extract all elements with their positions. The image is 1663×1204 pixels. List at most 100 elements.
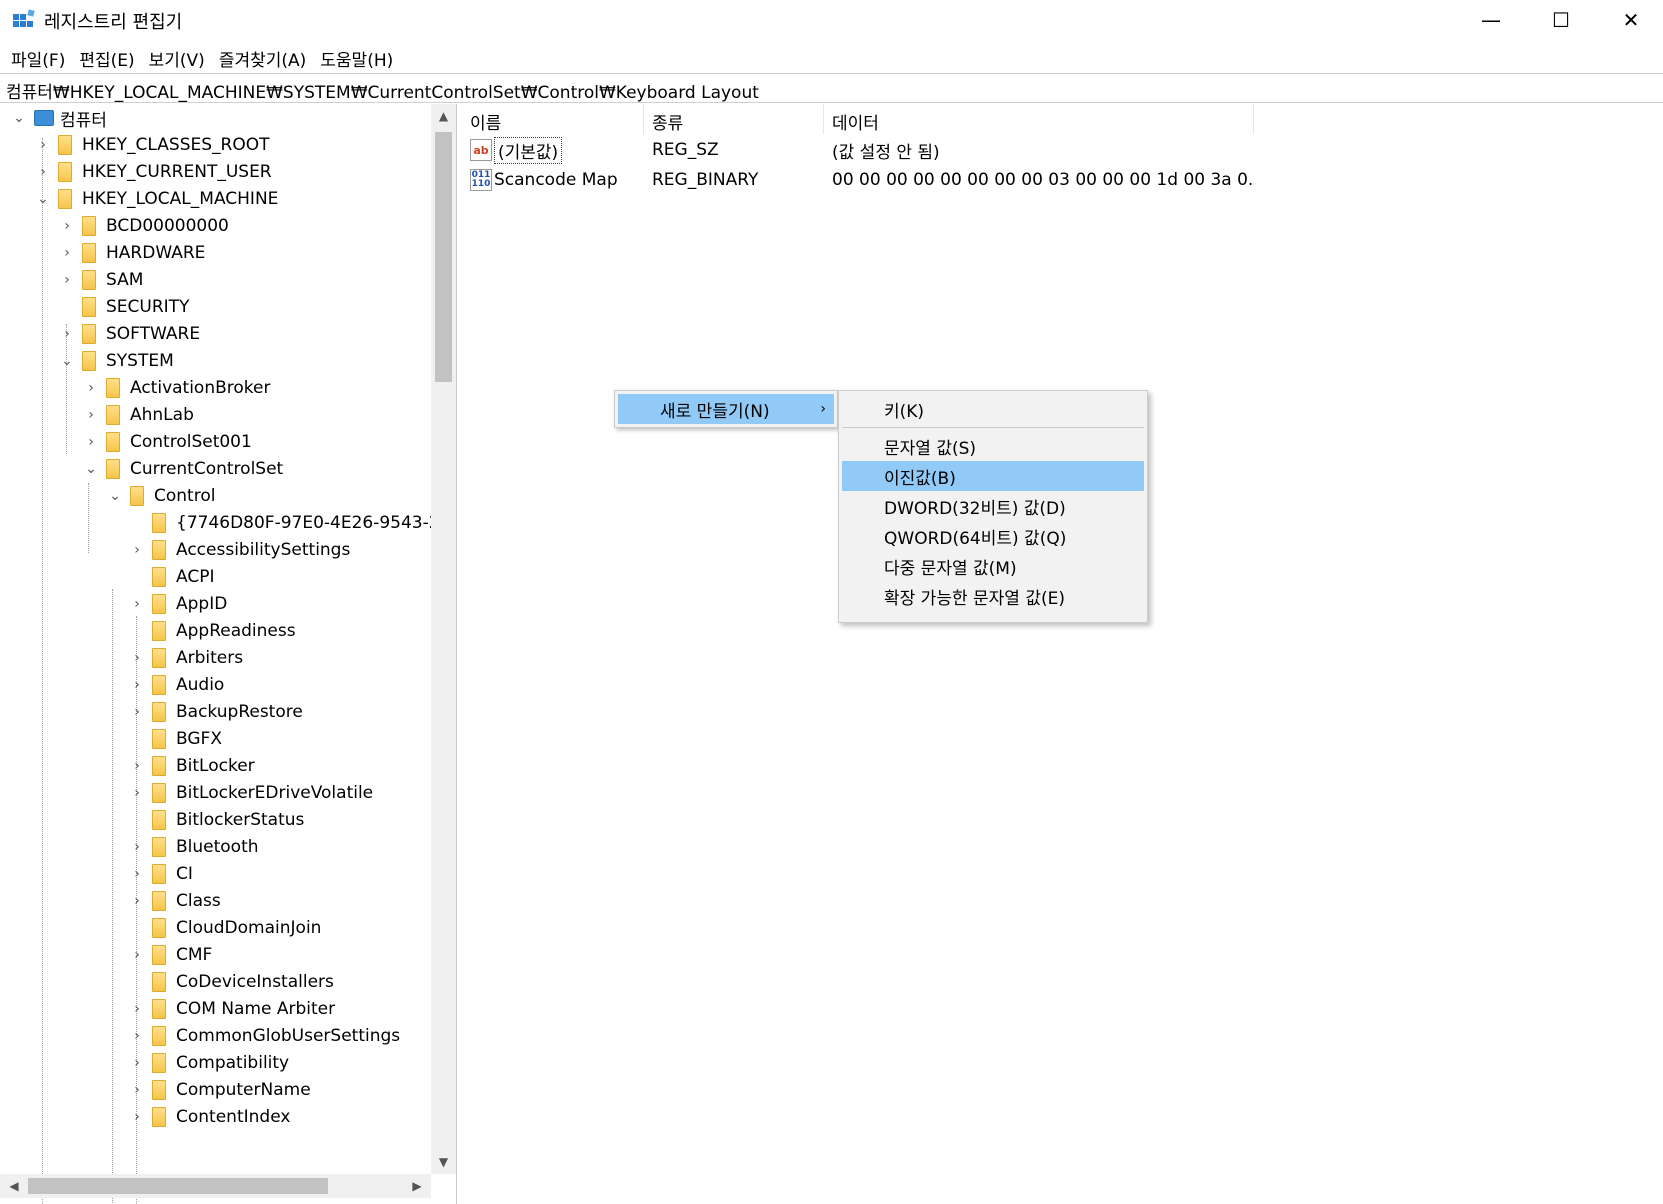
maximize-button[interactable]: ☐	[1526, 0, 1596, 40]
chevron-right-icon[interactable]: ›	[128, 865, 146, 883]
chevron-right-icon[interactable]: ›	[58, 325, 76, 343]
submenu-item-dword-value[interactable]: DWORD(32비트) 값(D)	[842, 491, 1144, 521]
tree-node-bcd[interactable]: › BCD00000000	[58, 212, 229, 240]
address-bar[interactable]: 컴퓨터₩HKEY_LOCAL_MACHINE₩SYSTEM₩CurrentCon…	[0, 73, 1663, 103]
chevron-right-icon[interactable]: ›	[128, 1027, 146, 1045]
tree-node-control-child[interactable]: › CommonGlobUserSettings	[128, 1022, 400, 1050]
tree-node-hkcr[interactable]: › HKEY_CLASSES_ROOT	[34, 131, 270, 159]
tree-node-control-child[interactable]: › Arbiters	[128, 644, 243, 672]
chevron-right-icon[interactable]: ›	[58, 271, 76, 289]
chevron-right-icon[interactable]: ›	[128, 595, 146, 613]
menu-file[interactable]: 파일(F)	[4, 42, 72, 72]
tree-node-control[interactable]: ⌄ Control	[106, 482, 215, 510]
chevron-right-icon[interactable]: ›	[128, 1000, 146, 1018]
tree-node-controlset001[interactable]: › ControlSet001	[82, 428, 252, 456]
tree-node-control-child[interactable]: ›CloudDomainJoin	[128, 914, 321, 942]
tree-node-control-child[interactable]: › Audio	[128, 671, 224, 699]
submenu-item-expandable-string-value[interactable]: 확장 가능한 문자열 값(E)	[842, 581, 1144, 611]
tree-node-control-child[interactable]: › Bluetooth	[128, 833, 259, 861]
tree-node-control-child[interactable]: ›CoDeviceInstallers	[128, 968, 334, 996]
tree-node-control-child[interactable]: › ComputerName	[128, 1076, 311, 1104]
chevron-right-icon[interactable]: ›	[82, 406, 100, 424]
chevron-right-icon[interactable]: ›	[128, 541, 146, 559]
tree-node-control-child[interactable]: › BackupRestore	[128, 698, 303, 726]
menu-view[interactable]: 보기(V)	[142, 42, 212, 72]
tree-node-security[interactable]: › SECURITY	[58, 293, 189, 321]
chevron-down-icon[interactable]: ⌄	[106, 487, 124, 505]
chevron-right-icon[interactable]: ›	[34, 163, 52, 181]
tree-node-control-child[interactable]: › Compatibility	[128, 1049, 289, 1077]
tree-vertical-scrollbar[interactable]: ▲ ▼	[431, 104, 456, 1174]
tree-node-control-child[interactable]: ›BitlockerStatus	[128, 806, 304, 834]
tree-node-computer[interactable]: ⌄ 컴퓨터	[10, 104, 107, 132]
tree-node-control-child[interactable]: › CI	[128, 860, 193, 888]
scroll-left-icon[interactable]: ◀	[2, 1174, 26, 1198]
tree-node-hardware[interactable]: › HARDWARE	[58, 239, 205, 267]
minimize-button[interactable]: —	[1456, 0, 1526, 40]
chevron-right-icon[interactable]: ›	[128, 838, 146, 856]
tree-node-system[interactable]: ⌄ SYSTEM	[58, 347, 174, 375]
tree-node-control-child[interactable]: › AccessibilitySettings	[128, 536, 350, 564]
chevron-down-icon[interactable]: ⌄	[10, 109, 28, 127]
close-button[interactable]: ✕	[1596, 0, 1663, 40]
chevron-right-icon[interactable]: ›	[128, 649, 146, 667]
chevron-right-icon[interactable]: ›	[128, 784, 146, 802]
chevron-right-icon[interactable]: ›	[128, 676, 146, 694]
tree-node-control-child[interactable]: ›BGFX	[128, 725, 222, 753]
chevron-down-icon[interactable]: ⌄	[34, 190, 52, 208]
scrollbar-thumb[interactable]	[435, 132, 452, 382]
submenu-item-binary-value[interactable]: 이진값(B)	[842, 461, 1144, 491]
chevron-right-icon[interactable]: ›	[128, 1054, 146, 1072]
column-header-type[interactable]: 종류	[644, 104, 824, 134]
value-row[interactable]: 011 110 Scancode Map REG_BINARY 00 00 00 …	[462, 166, 1254, 194]
chevron-down-icon[interactable]: ⌄	[58, 352, 76, 370]
chevron-right-icon[interactable]: ›	[128, 1108, 146, 1126]
submenu-item-key[interactable]: 키(K)	[842, 394, 1144, 424]
menu-help[interactable]: 도움말(H)	[313, 42, 400, 72]
tree-node-ahnlab[interactable]: › AhnLab	[82, 401, 194, 429]
chevron-right-icon[interactable]: ›	[128, 703, 146, 721]
chevron-right-icon[interactable]: ›	[82, 433, 100, 451]
tree-horizontal-scrollbar[interactable]: ◀ ▶	[0, 1174, 431, 1198]
tree-node-control-child[interactable]: › AppID	[128, 590, 227, 618]
menu-item-new[interactable]: 새로 만들기(N) ›	[618, 394, 834, 424]
value-row[interactable]: ab (기본값) REG_SZ (값 설정 안 됨)	[462, 136, 1254, 164]
tree-node-software[interactable]: › SOFTWARE	[58, 320, 200, 348]
column-header-data[interactable]: 데이터	[824, 104, 1254, 134]
scrollbar-thumb[interactable]	[28, 1178, 328, 1194]
submenu-item-qword-value[interactable]: QWORD(64비트) 값(Q)	[842, 521, 1144, 551]
chevron-right-icon[interactable]: ›	[58, 217, 76, 235]
tree-node-control-child[interactable]: ›ACPI	[128, 563, 214, 591]
chevron-down-icon[interactable]: ⌄	[82, 460, 100, 478]
scroll-down-icon[interactable]: ▼	[431, 1150, 456, 1174]
tree-node-control-child[interactable]: ›{7746D80F-97E0-4E26-9543-26	[128, 509, 450, 537]
list-header: 이름 종류 데이터	[462, 104, 1254, 134]
scroll-up-icon[interactable]: ▲	[431, 104, 456, 128]
tree-node-control-child[interactable]: › COM Name Arbiter	[128, 995, 335, 1023]
chevron-right-icon[interactable]: ›	[128, 1081, 146, 1099]
chevron-right-icon[interactable]: ›	[128, 946, 146, 964]
tree-node-hklm[interactable]: ⌄ HKEY_LOCAL_MACHINE	[34, 185, 278, 213]
folder-icon	[106, 405, 120, 425]
chevron-right-icon[interactable]: ›	[128, 757, 146, 775]
submenu-item-multi-string-value[interactable]: 다중 문자열 값(M)	[842, 551, 1144, 581]
menu-edit[interactable]: 편집(E)	[72, 42, 141, 72]
tree-node-control-child[interactable]: › BitLocker	[128, 752, 255, 780]
tree-node-control-child[interactable]: › CMF	[128, 941, 212, 969]
tree-node-hkcu[interactable]: › HKEY_CURRENT_USER	[34, 158, 272, 186]
tree-node-activationbroker[interactable]: › ActivationBroker	[82, 374, 270, 402]
chevron-right-icon[interactable]: ›	[128, 892, 146, 910]
tree-node-sam[interactable]: › SAM	[58, 266, 143, 294]
column-header-name[interactable]: 이름	[462, 104, 644, 134]
chevron-right-icon[interactable]: ›	[34, 136, 52, 154]
chevron-right-icon[interactable]: ›	[82, 379, 100, 397]
tree-node-control-child[interactable]: › BitLockerEDriveVolatile	[128, 779, 373, 807]
submenu-item-string-value[interactable]: 문자열 값(S)	[842, 431, 1144, 461]
tree-node-control-child[interactable]: › Class	[128, 887, 221, 915]
chevron-right-icon[interactable]: ›	[58, 244, 76, 262]
tree-node-control-child[interactable]: ›AppReadiness	[128, 617, 296, 645]
scroll-right-icon[interactable]: ▶	[405, 1174, 429, 1198]
menu-favorites[interactable]: 즐겨찾기(A)	[212, 42, 313, 72]
tree-node-currentcontrolset[interactable]: ⌄ CurrentControlSet	[82, 455, 283, 483]
tree-node-control-child[interactable]: › ContentIndex	[128, 1103, 290, 1131]
